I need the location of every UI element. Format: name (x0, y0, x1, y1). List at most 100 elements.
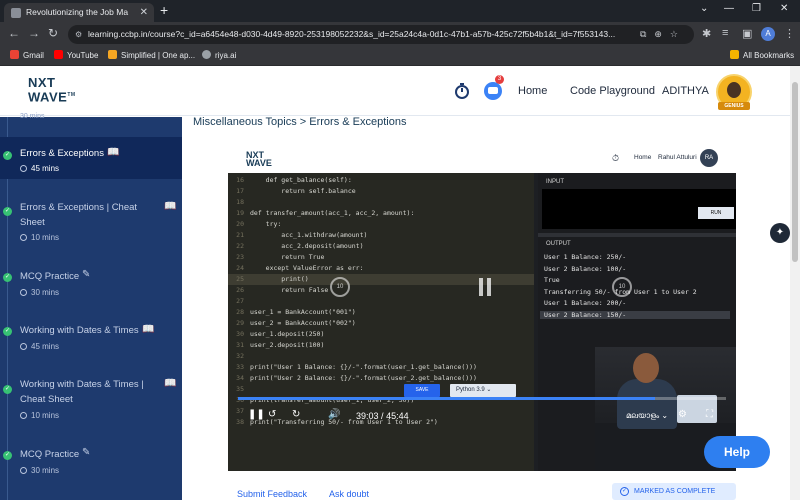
code-line: 34 print("User 2 Balance: {}/-".format(us… (228, 373, 534, 384)
line-number: 17 (236, 187, 244, 195)
sidebar-item-dates-times[interactable]: ✓ Working with Dates & Times 📖 45 mins (0, 319, 182, 355)
close-tab-icon[interactable]: ✕ (140, 3, 148, 22)
globe-icon (202, 50, 211, 59)
line-number: 25 (236, 275, 244, 283)
line-number: 29 (236, 319, 244, 327)
sidebar-item-mcq-practice-1[interactable]: ✓ MCQ Practice ✎ 30 mins (0, 265, 182, 301)
code-line: 30 user_1.deposit(250) (228, 329, 534, 340)
new-tab-icon[interactable]: + (160, 2, 168, 18)
submit-feedback-link[interactable]: Submit Feedback (237, 489, 307, 499)
bookmark-youtube[interactable]: YouTube (54, 50, 98, 60)
user-name[interactable]: ADITHYA (662, 85, 709, 97)
bookmark-simplified[interactable]: Simplified | One ap... (108, 50, 195, 60)
fast-forward-icon[interactable]: ↻ (292, 409, 300, 420)
forward-icon[interactable]: → (28, 26, 40, 40)
code-line: 23 return True (228, 252, 534, 263)
video-progress-bar[interactable] (238, 397, 726, 400)
fullscreen-icon[interactable]: ⛶ (706, 409, 713, 420)
line-number: 30 (236, 330, 244, 338)
side-panel-icon[interactable]: ▣ (742, 27, 752, 40)
code-text: print("User 1 Balance: {}/-".format(user… (250, 363, 477, 371)
book-icon: 📖 (164, 378, 177, 389)
browser-toolbar: ← → ↻ ⚙ learning.ccbp.in/course?c_id=a64… (0, 22, 800, 46)
code-line: 28 user_1 = BankAccount("001") (228, 307, 534, 318)
favicon-icon (11, 8, 21, 18)
url-text: learning.ccbp.in/course?c_id=a6454e48-d0… (88, 29, 616, 39)
nav-home[interactable]: Home (518, 85, 547, 97)
completed-check-icon: ✓ (3, 273, 12, 282)
code-line: 33 print("User 1 Balance: {}/-".format(us… (228, 362, 534, 373)
code-line: 20 try: (228, 219, 534, 230)
big-pause-icon[interactable] (478, 278, 492, 296)
sidebar-item-partial[interactable]: 30 mins (0, 113, 182, 129)
completed-check-icon: ✓ (3, 151, 12, 160)
video-inner-home: Home (634, 154, 652, 161)
reading-list-icon[interactable]: ≡ (722, 27, 728, 39)
stopwatch-icon[interactable] (452, 81, 472, 101)
nav-code-playground[interactable]: Code Playground (570, 85, 655, 97)
rewind-icon[interactable]: ↺ (268, 409, 276, 420)
sidebar-item-errors-cheat-sheet[interactable]: ✓ Errors & Exceptions | Cheat Sheet 📖 10… (0, 195, 182, 245)
breadcrumb: Miscellaneous Topics > Errors & Exceptio… (193, 116, 407, 128)
video-time: 39:03 / 45:44 (356, 411, 409, 421)
code-text: user_2 = BankAccount("002") (250, 319, 356, 327)
browser-tab[interactable]: Revolutionizing the Job Ma ✕ (4, 3, 154, 22)
tab-title: Revolutionizing the Job Ma (26, 7, 129, 17)
video-inner-logo: NXT WAVE (246, 150, 272, 168)
code-text: try: (250, 220, 282, 228)
line-number: 32 (236, 352, 244, 360)
sidebar-item-mcq-practice-2[interactable]: ✓ MCQ Practice ✎ 30 mins (0, 443, 182, 479)
scrollbar-thumb[interactable] (792, 82, 798, 262)
site-info-icon[interactable]: ⚙ (75, 25, 82, 44)
page-scrollbar[interactable] (790, 66, 800, 500)
all-bookmarks[interactable]: All Bookmarks (730, 50, 794, 60)
bookmark-riya[interactable]: riya.ai (202, 50, 236, 60)
profile-avatar[interactable]: A (761, 27, 775, 41)
back-icon[interactable]: ← (8, 26, 20, 40)
help-button[interactable]: Help (704, 436, 770, 468)
extensions-icon[interactable]: ✱ (702, 27, 711, 40)
ask-doubt-link[interactable]: Ask doubt (329, 489, 369, 499)
gmail-icon (10, 50, 19, 59)
address-bar[interactable]: ⚙ learning.ccbp.in/course?c_id=a6454e48-… (68, 25, 694, 44)
code-line: 17 return self.balance (228, 186, 534, 197)
chat-icon[interactable] (483, 81, 503, 101)
marked-complete-button[interactable]: ✓ MARKED AS COMPLETE (612, 483, 736, 500)
output-line: True (544, 276, 560, 284)
omnibox-actions[interactable]: ⧉⊕☆ (640, 25, 686, 44)
minimize-icon[interactable]: — (724, 3, 734, 14)
code-text: acc_1.withdraw(amount) (250, 231, 368, 239)
rewind-10-icon[interactable]: 10 (330, 277, 350, 297)
sidebar-item-errors-exceptions[interactable]: ✓ Errors & Exceptions 📖 45 mins (0, 137, 182, 179)
bookmark-gmail[interactable]: Gmail (10, 50, 44, 60)
book-icon: 📖 (142, 324, 155, 335)
code-text: acc_2.deposit(amount) (250, 242, 364, 250)
output-line: User 1 Balance: 250/- (544, 253, 627, 261)
code-text: return self.balance (250, 187, 356, 195)
code-text: user_1.deposit(250) (250, 330, 325, 338)
pause-icon[interactable]: ❚❚ (248, 409, 265, 420)
line-number: 22 (236, 242, 244, 250)
code-text: print() (250, 275, 309, 283)
caption-language-select[interactable]: മലയാളം ⌄ (626, 411, 668, 421)
genius-badge: GENIUS (718, 102, 750, 110)
video-player[interactable]: NXT WAVE ⏱ Home Rahul Attuluri RA 16 def… (228, 143, 736, 471)
menu-icon[interactable]: ⋮ (784, 27, 795, 40)
video-inner-avatar: RA (700, 149, 718, 167)
user-avatar[interactable]: GENIUS (716, 74, 752, 110)
code-text: print("Transferring 50/- from User 1 to … (250, 418, 438, 426)
code-line: 29 user_2 = BankAccount("002") (228, 318, 534, 329)
window-close-icon[interactable]: ✕ (780, 3, 788, 14)
forward-10-icon[interactable]: 10 (612, 277, 632, 297)
maximize-icon[interactable]: ❐ (752, 3, 761, 14)
settings-icon[interactable]: ⚙ (678, 409, 687, 420)
folder-icon (730, 50, 739, 59)
code-text: def transfer_amount(acc_1, acc_2, amount… (250, 209, 415, 217)
line-number: 18 (236, 198, 244, 206)
ai-sparkle-icon[interactable]: ✦ (770, 223, 790, 243)
tab-search-icon[interactable]: ⌄ (700, 3, 708, 14)
reload-icon[interactable]: ↻ (48, 26, 58, 40)
nxtwave-logo[interactable]: NXT WAVETM (28, 76, 76, 103)
volume-icon[interactable]: 🔊 (328, 409, 340, 420)
sidebar-item-dates-cheat-sheet[interactable]: ✓ Working with Dates & Times | Cheat She… (0, 373, 182, 423)
